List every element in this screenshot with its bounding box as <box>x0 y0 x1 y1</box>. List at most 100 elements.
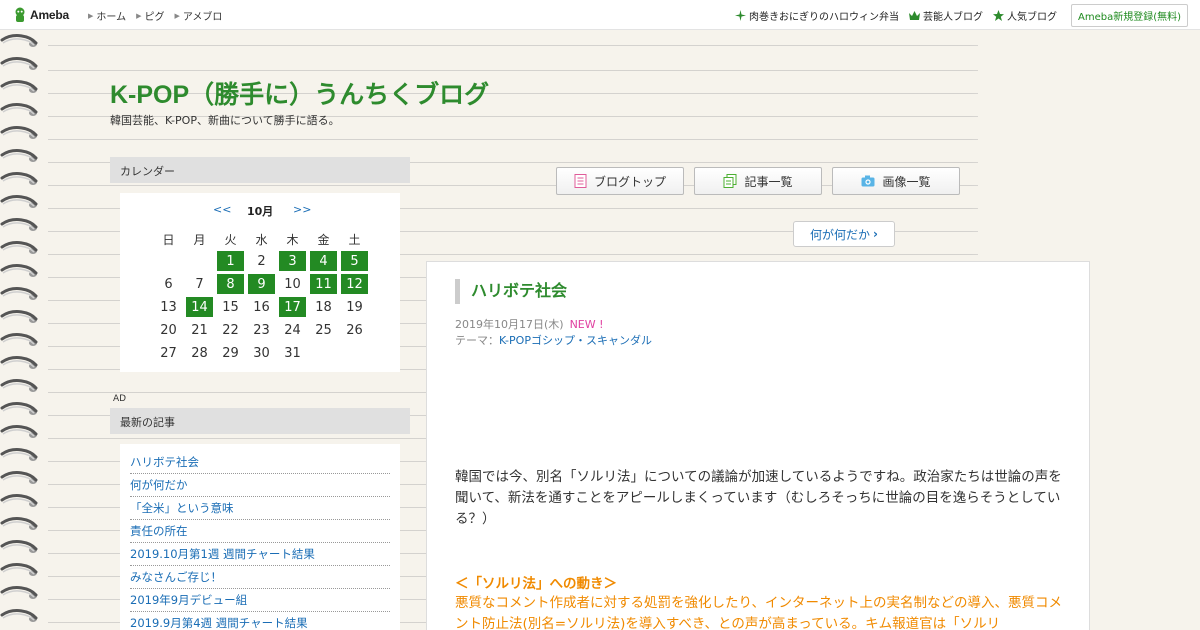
nav-ameblo-label: アメブロ <box>182 12 223 23</box>
sparkle-icon <box>734 9 746 21</box>
ring-icon <box>0 195 38 208</box>
article-list-label: 記事一覧 <box>744 174 793 189</box>
calendar-day-link[interactable]: 5 <box>341 251 368 271</box>
latest-article-link[interactable]: 2019年9月デビュー組 <box>130 589 390 612</box>
ring-icon <box>0 34 38 47</box>
calendar-day-link[interactable]: 1 <box>217 251 244 271</box>
ameba-wordmark: Ameba <box>30 8 70 22</box>
calendar-next-link[interactable]: >> <box>293 203 311 216</box>
nav-home[interactable]: ▶ ホーム <box>88 8 126 24</box>
calendar-day-link[interactable]: 17 <box>279 297 306 317</box>
ring-icon <box>0 126 38 139</box>
triangle-right-icon: ▶ <box>88 11 94 20</box>
calendar-day-link[interactable]: 12 <box>341 274 368 294</box>
blog-description: 韓国芸能、K-POP、新曲について勝手に語る。 <box>110 114 340 127</box>
ring-icon <box>0 517 38 530</box>
ring-icon <box>0 172 38 185</box>
weekday-header: 土 <box>348 232 361 247</box>
calendar-day-link[interactable]: 11 <box>310 274 337 294</box>
blog-title[interactable]: K-POP（勝手に）うんちくブログ <box>110 75 489 111</box>
article-meta: 2019年10月17日(木) NEW ! <box>455 316 604 332</box>
nav-ameblo[interactable]: ▶ アメブロ <box>174 8 223 24</box>
calendar-day-link[interactable]: 4 <box>310 251 337 271</box>
calendar-day: 2 <box>257 253 266 269</box>
ring-icon <box>0 287 38 300</box>
ring-icon <box>0 310 38 323</box>
camera-icon <box>861 175 875 187</box>
ring-icon <box>0 356 38 369</box>
global-nav: ▶ ホーム ▶ ピグ ▶ アメブロ <box>88 8 223 24</box>
featured-link[interactable]: 肉巻きおにぎりのハロウィン弁当 <box>734 8 899 23</box>
calendar-day-link[interactable]: 14 <box>186 297 213 317</box>
calendar-day: 20 <box>160 322 177 338</box>
weekday-header: 月 <box>193 232 206 247</box>
calendar-day: 21 <box>191 322 208 338</box>
latest-article-link[interactable]: 責任の所在 <box>130 520 390 543</box>
calendar-prev-link[interactable]: << <box>213 203 231 216</box>
previous-article-label: 何が何だか <box>810 227 871 242</box>
article-title[interactable]: ハリボテ社会 <box>455 279 567 304</box>
calendar-day: 7 <box>195 276 204 292</box>
calendar-day: 6 <box>164 276 173 292</box>
calendar-day-link[interactable]: 3 <box>279 251 306 271</box>
latest-article-link[interactable]: 2019.9月第4週 週間チャート結果 <box>130 612 390 630</box>
calendar-day: 26 <box>346 322 363 338</box>
nav-pigg[interactable]: ▶ ピグ <box>136 8 164 24</box>
triangle-right-icon: ▶ <box>136 11 142 20</box>
global-header: Ameba ▶ ホーム ▶ ピグ ▶ アメブロ 肉巻きおにぎりのハロウィン弁当 芸能人… <box>0 0 1200 30</box>
popular-blog-link[interactable]: 人気ブログ <box>992 8 1057 23</box>
calendar-day: 27 <box>160 345 177 361</box>
ring-icon <box>0 586 38 599</box>
ring-icon <box>0 80 38 93</box>
star-icon <box>992 9 1004 21</box>
latest-article-link[interactable]: ハリボテ社会 <box>130 451 390 474</box>
document-icon <box>574 174 587 188</box>
crown-icon <box>908 10 920 21</box>
weekday-header: 日 <box>162 232 175 247</box>
latest-article-link[interactable]: 「全米」という意味 <box>130 497 390 520</box>
calendar-day: 31 <box>284 345 301 361</box>
article-subheading: ＜「ソルリ法」への動き＞ <box>455 576 617 592</box>
calendar-day: 24 <box>284 322 301 338</box>
calendar-grid: 日月火水木金土 1 2 3 4 5 6 7 8 9 10 11 12 13 14 15 16 17 18 19 20 2… <box>151 227 372 366</box>
weekday-header: 木 <box>286 232 299 247</box>
ring-icon <box>0 218 38 231</box>
latest-article-link[interactable]: 2019.10月第1週 週間チャート結果 <box>130 543 390 566</box>
calendar-day-link[interactable]: 8 <box>217 274 244 294</box>
chevron-right-icon: › <box>873 227 878 241</box>
blog-top-button[interactable]: ブログトップ <box>556 167 684 195</box>
calendar-day: 10 <box>284 276 301 292</box>
article-list-button[interactable]: 記事一覧 <box>694 167 822 195</box>
calendar-heading: カレンダー <box>110 157 410 183</box>
image-list-button[interactable]: 画像一覧 <box>832 167 960 195</box>
register-button[interactable]: Ameba新規登録(無料) <box>1070 3 1188 27</box>
calendar-day: 19 <box>346 299 363 315</box>
weekday-header: 火 <box>224 232 237 247</box>
calendar-day: 25 <box>315 322 332 338</box>
ring-icon <box>0 241 38 254</box>
latest-articles-list: ハリボテ社会 何が何だか 「全米」という意味 責任の所在 2019.10月第1週 週間チ… <box>120 444 400 630</box>
calendar-day: 30 <box>253 345 270 361</box>
celebrity-blog-link[interactable]: 芸能人ブログ <box>908 8 983 23</box>
popular-blog-label: 人気ブログ <box>1006 11 1057 23</box>
ring-icon <box>0 264 38 277</box>
latest-article-link[interactable]: みなさんご存じ！ <box>130 566 390 589</box>
ring-icon <box>0 563 38 576</box>
latest-heading: 最新の記事 <box>110 408 410 434</box>
calendar-widget: << 10月 >> 日月火水木金土 1 2 3 4 5 6 7 8 9 10 11 12 13 14 15 1… <box>120 193 400 372</box>
latest-article-link[interactable]: 何が何だか <box>130 474 390 497</box>
calendar-day: 28 <box>191 345 208 361</box>
ring-icon <box>0 379 38 392</box>
calendar-day <box>310 343 337 363</box>
triangle-right-icon: ▶ <box>174 11 180 20</box>
ring-icon <box>0 471 38 484</box>
calendar-day: 13 <box>160 299 177 315</box>
theme-link[interactable]: K-POPゴシップ・スキャンダル <box>499 334 652 347</box>
calendar-day-link[interactable]: 9 <box>248 274 275 294</box>
ring-icon <box>0 57 38 70</box>
ring-icon <box>0 609 38 622</box>
previous-article-link[interactable]: 何が何だか › <box>793 221 895 247</box>
calendar-day: 18 <box>315 299 332 315</box>
ameba-logo[interactable]: Ameba <box>13 6 69 24</box>
calendar-day: 16 <box>253 299 270 315</box>
